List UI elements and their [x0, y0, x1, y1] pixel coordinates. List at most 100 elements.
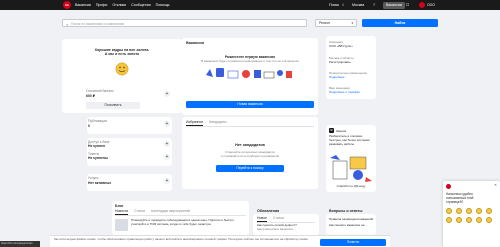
- hh-small-logo: [446, 184, 451, 189]
- cookie-banner: Мы используем файлы cookie, чтобы обеспе…: [50, 235, 390, 247]
- access-card: Доступ к базе Не куплен + Тикеты Не купл…: [87, 138, 172, 166]
- blog-card: Блог Новости Статьи Календарь мероприяти…: [112, 201, 249, 235]
- tab-articles[interactable]: Статьи: [134, 209, 145, 215]
- knowledge-promo-card[interactable]: hh Знания Разберитесь в откликах быстрее…: [326, 125, 376, 192]
- faq-card: Вопросы и ответы Правила размещения вака…: [326, 209, 376, 235]
- rating-5-icon[interactable]: [486, 208, 492, 214]
- add-publication-icon[interactable]: +: [164, 121, 170, 127]
- vacancies-empty-text: В вакансиях будет отражаться информация …: [201, 59, 299, 63]
- candidates-tabs: Избранное Кандидаты: [186, 120, 314, 127]
- add-access-icon[interactable]: +: [164, 141, 170, 147]
- knowledge-illustration: [330, 155, 372, 182]
- rating-6-icon[interactable]: [446, 217, 452, 223]
- add-services-icon[interactable]: +: [164, 178, 170, 184]
- rating-4-icon[interactable]: [476, 208, 482, 214]
- survey-question-3: страницей?: [446, 199, 464, 204]
- location-pin-icon[interactable]: ⌾: [342, 3, 344, 8]
- faq-item-1[interactable]: Правила размещения вакансий: [329, 217, 373, 221]
- top-nav-links: Вакансии Профи Отклики Сообщения Помощь: [75, 3, 170, 8]
- tab-new[interactable]: Новое: [257, 216, 267, 222]
- nav-responses[interactable]: Отклики: [112, 3, 126, 8]
- new-vacancy-button[interactable]: Новая вакансия: [186, 101, 314, 108]
- search-placeholder: Поиск по вакансиям и компаниям: [71, 21, 124, 26]
- nav-help[interactable]: Помощь: [156, 3, 170, 8]
- rating-3-icon[interactable]: [466, 208, 472, 214]
- blog-thumbnail: [115, 219, 128, 231]
- nav-profi[interactable]: Профи: [96, 3, 108, 8]
- knowledge-label: Знания: [336, 128, 347, 133]
- vacancies-illustration: [206, 68, 292, 79]
- vacancies-button[interactable]: Вакансии: [383, 1, 405, 9]
- search-input[interactable]: ⌕ Поиск по вакансиям и компаниям: [62, 19, 307, 27]
- rating-1-icon[interactable]: [446, 208, 452, 214]
- updates-title: Обновления: [257, 209, 280, 213]
- qr-label: Спасибо по QR-коду: [336, 184, 366, 188]
- tab-candidates[interactable]: Кандидаты: [209, 120, 226, 126]
- vacancies-card: Вакансии Разместите первую вакансию В ва…: [182, 38, 318, 115]
- tab-favorites[interactable]: Избранное: [186, 120, 204, 126]
- cookie-accept-button[interactable]: Понятно: [320, 238, 386, 246]
- services-value: Нет активных: [88, 181, 112, 185]
- services-label: Услуги: [88, 176, 99, 180]
- location-link[interactable]: Москва: [352, 3, 364, 8]
- nav-vacancies[interactable]: Вакансии: [75, 3, 91, 8]
- balance-value: 600 ₽: [86, 94, 95, 98]
- publications-card: Публикации 0 +: [87, 117, 172, 134]
- find-button[interactable]: Найти: [362, 19, 438, 27]
- access-value: Не куплен: [88, 144, 105, 148]
- hh-logo[interactable]: hh: [63, 1, 71, 9]
- account-info-card: Компания ООО «ВВ Групп» Москва и область…: [326, 36, 376, 99]
- region-select[interactable]: Регион ▾: [315, 19, 357, 27]
- promo-title-2: А мы и есть золото: [104, 52, 140, 57]
- manager-link[interactable]: Подробнее о тарифах: [329, 90, 360, 94]
- rating-2-icon[interactable]: [456, 208, 462, 214]
- top-up-button[interactable]: Пополнить: [86, 102, 140, 109]
- faq-title: Вопросы и ответы: [329, 209, 363, 213]
- city-value[interactable]: Регистрировать: [329, 60, 351, 64]
- cookie-text: Мы используем файлы cookie, чтобы обеспе…: [54, 237, 308, 241]
- top-navigation-bar: hh Вакансии Профи Отклики Сообщения Помо…: [0, 0, 500, 10]
- tab-events[interactable]: Календарь мероприятий: [151, 209, 190, 215]
- rating-8-icon[interactable]: [466, 217, 472, 223]
- blog-item[interactable]: Планируйте и проводите собеседования в о…: [131, 218, 244, 227]
- updates-card: Обновления Новое Статьи Как сделать легк…: [253, 209, 319, 235]
- rating-10-icon[interactable]: [486, 217, 492, 223]
- updates-tabs: Новое Статьи: [257, 216, 315, 223]
- tab-news[interactable]: Новости: [115, 209, 129, 215]
- candidates-empty-text-2: и сохраняйте их в подборки под вакансии: [220, 154, 280, 158]
- chevron-down-icon: ▾: [351, 21, 353, 25]
- knowledge-text: Разберитесь в откликах быстрее, как боле…: [329, 134, 370, 146]
- search-icon: ⌕: [66, 21, 69, 27]
- faq-item-2[interactable]: Как сменить вакансию на ...: [329, 223, 368, 227]
- publications-value: 0: [88, 124, 90, 128]
- avatar[interactable]: [419, 2, 425, 8]
- blog-title: Блог: [115, 204, 124, 208]
- company-value[interactable]: ООО «ВВ Групп»: [329, 44, 353, 48]
- add-balance-icon[interactable]: +: [164, 91, 170, 97]
- balance-card: Основной баланс 600 ₽ + Пополнить: [62, 88, 182, 113]
- updates-item-2[interactable]: Как изменились вакансии...: [257, 227, 295, 231]
- tab-updates-articles[interactable]: Статьи: [273, 216, 284, 222]
- smiley-icon: [115, 62, 129, 76]
- status-url: https://hh.ru/employer/main: [0, 241, 40, 247]
- balance-label: Основной баланс: [86, 89, 114, 93]
- nav-messages[interactable]: Сообщения: [131, 3, 151, 8]
- close-icon[interactable]: ✕: [494, 183, 497, 187]
- hh-badge: hh: [329, 128, 334, 133]
- user-label[interactable]: ООО: [427, 3, 435, 8]
- candidates-card: Избранное Кандидаты Нет кандидатов Отмеч…: [182, 117, 318, 189]
- services-card: Услуги Нет активных +: [87, 174, 172, 191]
- search-row: ⌕ Поиск по вакансиям и компаниям Регион …: [62, 19, 438, 27]
- help-icon[interactable]: ?: [373, 3, 375, 8]
- region-value: Регион: [319, 21, 330, 25]
- rating-9-icon[interactable]: [476, 217, 482, 223]
- go-to-search-button[interactable]: Перейти к поиску: [216, 165, 284, 172]
- tickets-value: Не куплены: [88, 156, 108, 160]
- priority-link[interactable]: Подробнее: [329, 75, 345, 79]
- add-tickets-icon[interactable]: +: [164, 154, 170, 160]
- vacancies-title: Вакансии: [186, 41, 204, 45]
- feedback-survey: ✕ Насколько удобно пользоваться этой стр…: [443, 181, 500, 247]
- search-link[interactable]: Поиск: [329, 3, 339, 8]
- notifications-icon[interactable]: ☐: [406, 3, 409, 7]
- rating-7-icon[interactable]: [456, 217, 462, 223]
